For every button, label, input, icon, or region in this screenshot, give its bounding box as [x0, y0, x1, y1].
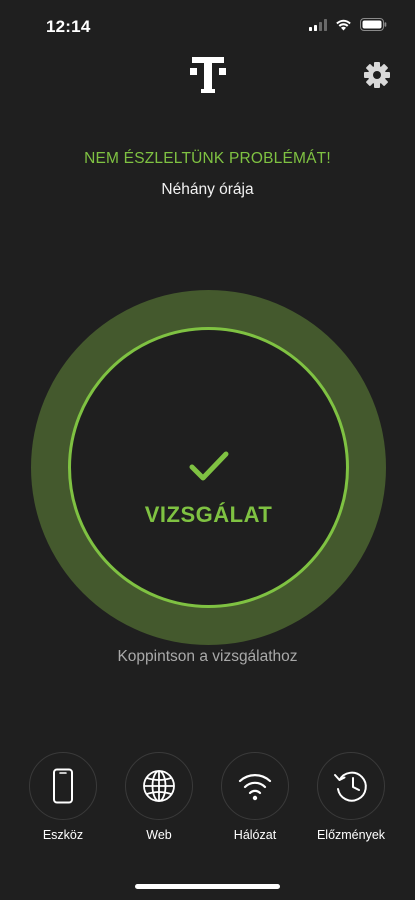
nav-item-network-circle — [221, 752, 289, 820]
nav-item-history-circle — [317, 752, 385, 820]
scan-status-subtitle: Néhány órája — [161, 181, 254, 198]
scan-button[interactable]: VIZSGÁLAT — [31, 290, 386, 645]
nav-item-label: Web — [146, 828, 172, 842]
nav-item-device[interactable]: Eszköz — [15, 752, 111, 852]
nav-item-label: Hálózat — [233, 828, 277, 842]
scan-status-title: NEM ÉSZLELTÜNK PROBLÉMÁT! — [84, 150, 331, 167]
status-time: 12:14 — [46, 17, 91, 36]
smartphone-icon — [53, 768, 73, 804]
wifi-icon — [238, 774, 272, 801]
app-screen: 12:14 NEM ÉSZLELTÜNK PROBLÉMÁT! Néhány ó… — [0, 0, 415, 900]
battery-icon — [360, 18, 387, 31]
checkmark-icon — [189, 451, 229, 481]
gear-icon[interactable] — [363, 61, 391, 89]
nav-item-web[interactable]: Web — [111, 752, 207, 852]
status-bar: 12:14 — [0, 0, 415, 52]
status-icons — [309, 18, 387, 31]
cellular-signal-icon — [309, 18, 327, 31]
telekom-t-logo-icon — [190, 57, 226, 93]
globe-icon — [143, 770, 175, 802]
bottom-nav: Eszköz Web Hálózat Előzmények — [0, 752, 415, 862]
nav-item-label: Eszköz — [42, 828, 84, 842]
scan-hint: Koppintson a vizsgálathoz — [117, 648, 298, 665]
nav-item-device-circle — [29, 752, 97, 820]
nav-item-history[interactable]: Előzmények — [303, 752, 399, 852]
history-icon — [334, 771, 367, 802]
home-indicator[interactable] — [135, 884, 280, 889]
wifi-status-icon — [336, 19, 351, 30]
scan-button-label: VIZSGÁLAT — [144, 502, 273, 527]
nav-item-label: Előzmények — [316, 828, 386, 842]
nav-item-network[interactable]: Hálózat — [207, 752, 303, 852]
nav-item-web-circle — [125, 752, 193, 820]
